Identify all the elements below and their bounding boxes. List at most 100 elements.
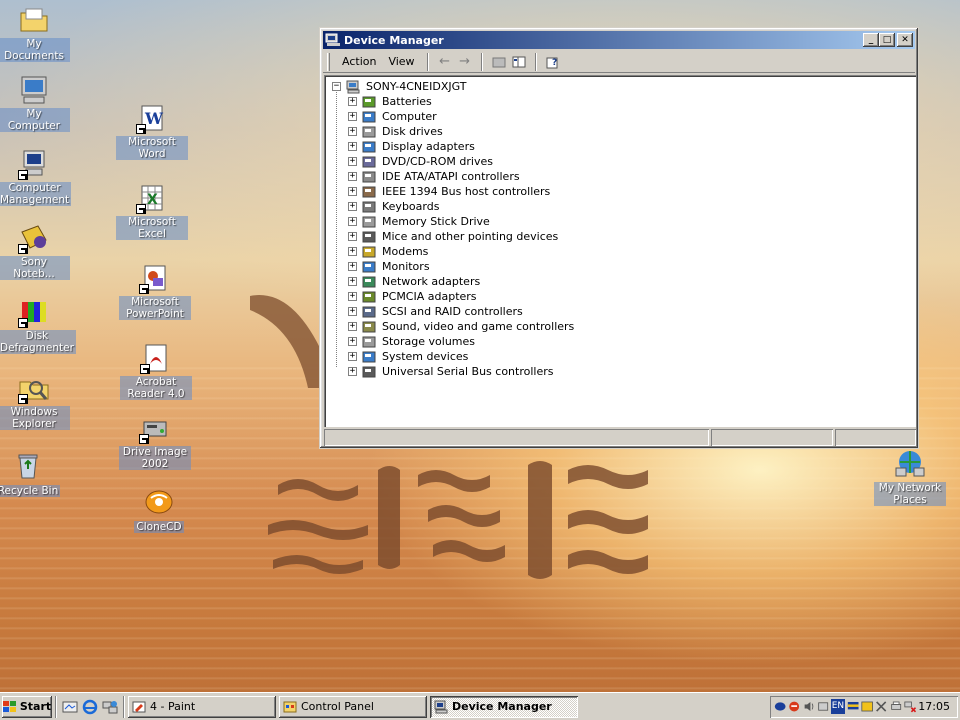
device-category-row[interactable]: + DVD/CD-ROM drives [348, 154, 495, 169]
volume-icon[interactable] [803, 699, 815, 714]
expand-toggle[interactable]: + [348, 307, 357, 316]
control-panel-icon [283, 701, 297, 712]
device-category-row[interactable]: + Storage volumes [348, 334, 477, 349]
svg-text:W: W [144, 109, 164, 128]
device-category-row[interactable]: + Network adapters [348, 274, 482, 289]
expand-toggle[interactable]: + [348, 157, 357, 166]
expand-toggle[interactable]: + [348, 337, 357, 346]
expand-toggle[interactable]: + [348, 172, 357, 181]
desktop-icon-microsoft-powerpoint[interactable]: Microsoft PowerPoint [119, 262, 191, 320]
tray-security-icon[interactable] [788, 699, 800, 714]
expand-toggle[interactable]: + [348, 127, 357, 136]
tray-flag-icon[interactable] [861, 699, 873, 714]
device-category-label: PCMCIA adapters [382, 290, 477, 303]
internet-explorer-icon[interactable] [80, 697, 100, 717]
desktop-icon-recycle-bin[interactable]: Recycle Bin [0, 450, 64, 497]
expand-toggle[interactable]: + [348, 262, 357, 271]
start-button[interactable]: Start [2, 696, 52, 718]
pcmcia-icon [362, 291, 376, 302]
expand-toggle[interactable]: + [348, 202, 357, 211]
expand-toggle[interactable]: + [348, 142, 357, 151]
close-button[interactable]: ✕ [897, 33, 913, 47]
desktop-icon-clonecd[interactable]: CloneCD [123, 486, 195, 533]
expand-toggle[interactable]: + [348, 247, 357, 256]
desktop-icon-drive-image[interactable]: Drive Image 2002 [119, 412, 191, 470]
device-category-row[interactable]: + IEEE 1394 Bus host controllers [348, 184, 552, 199]
device-category-row[interactable]: + Modems [348, 244, 430, 259]
expand-toggle[interactable]: + [348, 112, 357, 121]
desktop-icon-microsoft-word[interactable]: W Microsoft Word [116, 102, 188, 160]
desktop-icon-my-documents[interactable]: My Documents [0, 4, 70, 62]
minimize-button[interactable]: _ [863, 33, 879, 47]
desktop-icon-sony-notebook[interactable]: Sony Noteb... [0, 222, 70, 280]
forward-arrow-icon[interactable]: → [455, 53, 475, 71]
desktop-icon-windows-explorer[interactable]: Windows Explorer [0, 372, 70, 430]
language-label: EN [831, 701, 845, 711]
device-category-row[interactable]: + Universal Serial Bus controllers [348, 364, 555, 379]
help-icon[interactable]: ? [543, 53, 563, 71]
device-category-row[interactable]: + SCSI and RAID controllers [348, 304, 525, 319]
desktop-icon-disk-defragmenter[interactable]: Disk Defragmenter [0, 296, 76, 354]
device-category-row[interactable]: + Batteries [348, 94, 434, 109]
expand-toggle[interactable]: + [348, 352, 357, 361]
back-arrow-icon[interactable]: ← [435, 53, 455, 71]
desktop-icon-label: Disk Defragmenter [0, 330, 76, 354]
device-category-row[interactable]: + Disk drives [348, 124, 445, 139]
tray-display-icon[interactable] [847, 699, 859, 714]
status-bar [324, 429, 916, 446]
expand-toggle[interactable]: + [348, 322, 357, 331]
desktop-icon-computer-management[interactable]: Computer Management [0, 148, 72, 206]
expand-toggle[interactable]: + [348, 292, 357, 301]
device-category-row[interactable]: + Sound, video and game controllers [348, 319, 576, 334]
device-category-row[interactable]: + PCMCIA adapters [348, 289, 479, 304]
expand-toggle[interactable]: + [348, 217, 357, 226]
device-manager-window[interactable]: Device Manager _ □ ✕ Action View ← → ? −… [319, 27, 919, 449]
expand-toggle[interactable]: + [348, 97, 357, 106]
menu-action[interactable]: Action [336, 53, 382, 70]
menu-toolbar: Action View ← → ? [323, 51, 915, 73]
device-category-row[interactable]: + Display adapters [348, 139, 477, 154]
up-level-icon[interactable] [489, 53, 509, 71]
maximize-button[interactable]: □ [879, 33, 895, 47]
collapse-toggle[interactable]: − [332, 82, 341, 91]
desktop-icon-my-network-places[interactable]: My Network Places [874, 448, 946, 506]
expand-toggle[interactable]: + [348, 277, 357, 286]
device-category-row[interactable]: + Memory Stick Drive [348, 214, 492, 229]
toolbar-grip[interactable] [327, 52, 330, 71]
desktop-icon-acrobat-reader[interactable]: Acrobat Reader 4.0 [120, 342, 192, 400]
desktop-icon-my-computer[interactable]: My Computer [0, 74, 70, 132]
clock[interactable]: 17:05 [918, 700, 958, 713]
tray-tools-icon[interactable] [875, 699, 887, 714]
device-tree-pane[interactable]: − SONY-4CNEIDXJGT + Batteries + Computer + Di… [324, 75, 916, 427]
task-device-manager[interactable]: Device Manager [430, 695, 578, 718]
expand-toggle[interactable]: + [348, 232, 357, 241]
tray-utility-icon[interactable] [817, 699, 829, 714]
system-devices-icon [362, 351, 376, 362]
device-category-row[interactable]: + Keyboards [348, 199, 441, 214]
task-control-panel[interactable]: Control Panel [279, 696, 427, 718]
device-category-label: Memory Stick Drive [382, 215, 490, 228]
device-category-row[interactable]: + Computer [348, 109, 439, 124]
expand-toggle[interactable]: + [348, 187, 357, 196]
window-titlebar[interactable]: Device Manager _ □ ✕ [323, 31, 915, 49]
device-category-row[interactable]: + Mice and other pointing devices [348, 229, 560, 244]
network-quicklaunch-icon[interactable] [100, 697, 120, 717]
tree-root[interactable]: − SONY-4CNEIDXJGT [332, 79, 468, 94]
show-hide-tree-icon[interactable] [509, 53, 529, 71]
device-category-row[interactable]: + System devices [348, 349, 470, 364]
device-category-row[interactable]: + IDE ATA/ATAPI controllers [348, 169, 522, 184]
task-paint[interactable]: 4 - Paint [128, 696, 276, 718]
menu-view[interactable]: View [382, 53, 420, 70]
device-category-row[interactable]: + Monitors [348, 259, 432, 274]
show-desktop-icon[interactable] [60, 697, 80, 717]
tray-app-icon[interactable] [774, 699, 786, 714]
tray-printer-icon[interactable] [890, 699, 902, 714]
shortcut-arrow-icon [139, 284, 149, 294]
shortcut-arrow-icon [18, 394, 28, 404]
expand-toggle[interactable]: + [348, 367, 357, 376]
desktop-icon-microsoft-excel[interactable]: X Microsoft Excel [116, 182, 188, 240]
toolbar-separator [534, 52, 537, 71]
network-disconnected-icon[interactable] [904, 699, 917, 714]
tree-connector-line [336, 89, 337, 367]
language-indicator[interactable]: EN [831, 699, 845, 714]
